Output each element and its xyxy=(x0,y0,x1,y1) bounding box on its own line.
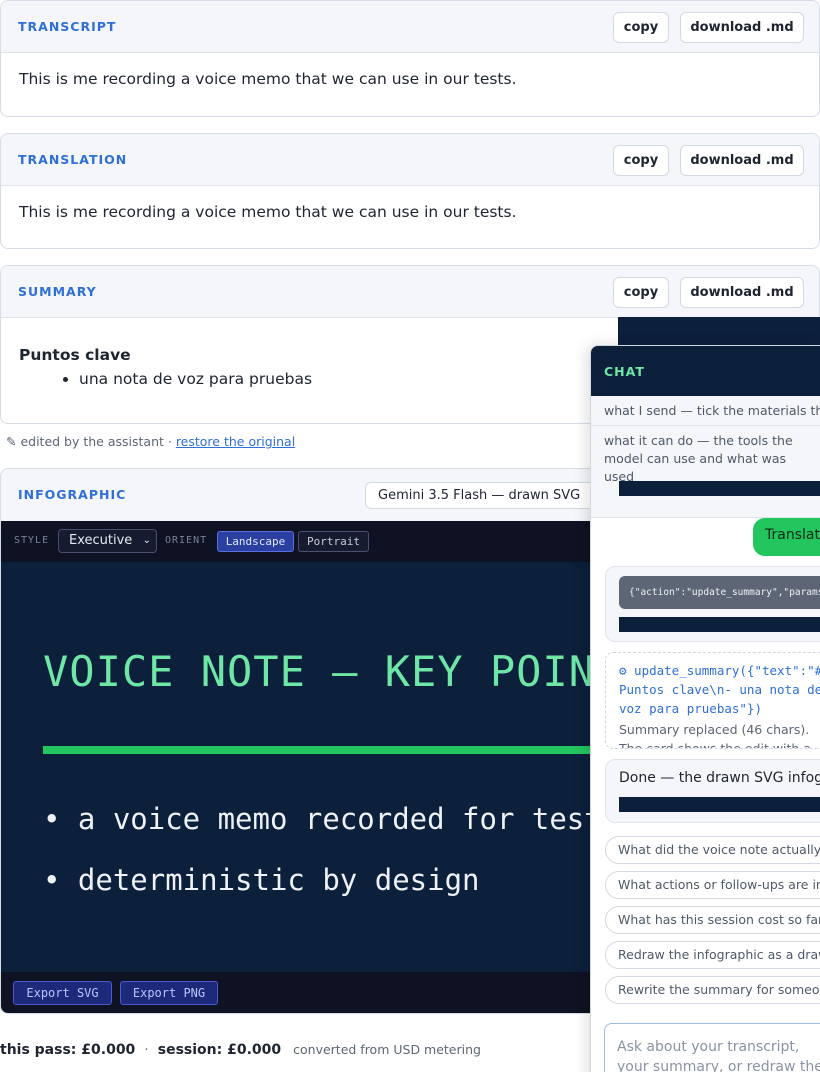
summary-title: SUMMARY xyxy=(18,284,97,299)
style-select[interactable]: Executive ⌄ xyxy=(58,529,157,553)
conversion-note: converted from USD metering xyxy=(293,1042,481,1057)
suggestion-chip[interactable]: What actions or follow-ups are in this? xyxy=(605,871,820,899)
model-select[interactable]: Gemini 3.5 Flash — drawn SVG xyxy=(365,482,605,509)
infographic-bullet: • deterministic by design xyxy=(43,863,480,897)
infographic-title: INFOGRAPHIC xyxy=(18,487,127,502)
translation-download-button[interactable]: download .md xyxy=(680,145,804,176)
done-result-strip xyxy=(619,797,820,812)
chat-tools-row-text: what it can do — the tools the model can… xyxy=(604,433,793,484)
infographic-canvas-title: VOICE NOTE — KEY POINTS xyxy=(43,647,648,696)
chat-input[interactable]: Ask about your transcript, your summary,… xyxy=(604,1023,820,1072)
transcript-download-button[interactable]: download .md xyxy=(680,12,804,43)
assistant-action-message: {"action":"update_summary","params":{"te… xyxy=(605,566,820,642)
cost-line: this pass: £0.000 · session: £0.000 convert… xyxy=(0,1042,481,1058)
tool-call-text: ⚙ update_summary({"text":"# Puntos clave… xyxy=(619,663,820,716)
suggestion-chip[interactable]: What did the voice note actually say? xyxy=(605,836,820,864)
user-message: Translate xyxy=(753,518,820,556)
export-svg-button[interactable]: Export SVG xyxy=(13,981,112,1005)
chat-panel: CHAT what I send — tick the materials th… xyxy=(590,345,820,1072)
edited-note-text: ✎ edited by the assistant · xyxy=(6,434,176,449)
chat-title: CHAT xyxy=(604,364,645,379)
background-panel-edge xyxy=(618,317,820,347)
session-cost: session: £0.000 xyxy=(157,1042,282,1058)
summary-header: SUMMARY copy download .md xyxy=(1,266,819,318)
chevron-down-icon: ⌄ xyxy=(142,535,151,546)
translation-header: TRANSLATION copy download .md xyxy=(1,134,819,186)
orient-portrait-button[interactable]: Portrait xyxy=(298,531,369,552)
restore-original-link[interactable]: restore the original xyxy=(176,434,295,449)
tool-call-box: ⚙ update_summary({"text":"# Puntos clave… xyxy=(605,652,820,749)
chat-divider-strip xyxy=(619,481,820,496)
action-code-pill: {"action":"update_summary","params":{"te… xyxy=(619,576,820,609)
transcript-card: TRANSCRIPT copy download .md This is me … xyxy=(0,0,820,117)
translation-card: TRANSLATION copy download .md This is me… xyxy=(0,133,820,249)
style-label: STYLE xyxy=(14,535,50,546)
transcript-title: TRANSCRIPT xyxy=(18,19,117,34)
style-select-value: Executive xyxy=(69,533,133,548)
transcript-text: This is me recording a voice memo that w… xyxy=(19,70,517,88)
translation-text: This is me recording a voice memo that w… xyxy=(19,203,517,221)
suggestion-chip[interactable]: Rewrite the summary for someone new xyxy=(605,976,820,1004)
translation-copy-button[interactable]: copy xyxy=(613,145,669,176)
summary-copy-button[interactable]: copy xyxy=(613,277,669,308)
orient-landscape-button[interactable]: Landscape xyxy=(217,531,294,552)
tool-result-text: Summary replaced (46 chars). The card sh… xyxy=(619,722,811,749)
suggestion-chip[interactable]: Redraw the infographic as a drawn SVG xyxy=(605,941,820,969)
chat-send-materials-row[interactable]: what I send — tick the materials that go… xyxy=(591,396,820,426)
separator-dot: · xyxy=(144,1042,149,1058)
summary-download-button[interactable]: download .md xyxy=(680,277,804,308)
suggestion-chip[interactable]: What has this session cost so far, and w… xyxy=(605,906,820,934)
transcript-header: TRANSCRIPT copy download .md xyxy=(1,1,819,53)
orient-label: ORIENT xyxy=(165,535,208,546)
transcript-copy-button[interactable]: copy xyxy=(613,12,669,43)
assistant-done-message: Done — the drawn SVG infographic xyxy=(605,759,820,823)
done-message-text: Done — the drawn SVG infographic xyxy=(619,770,820,786)
export-png-button[interactable]: Export PNG xyxy=(120,981,218,1005)
action-result-strip xyxy=(619,617,820,632)
translation-title: TRANSLATION xyxy=(18,152,128,167)
chat-tools-row[interactable]: what it can do — the tools the model can… xyxy=(591,426,820,518)
pass-cost: this pass: £0.000 xyxy=(0,1042,136,1058)
infographic-bullet: • a voice memo recorded for testing xyxy=(43,802,655,836)
chat-header: CHAT xyxy=(591,346,820,396)
edited-note: ✎ edited by the assistant · restore the … xyxy=(6,434,295,449)
